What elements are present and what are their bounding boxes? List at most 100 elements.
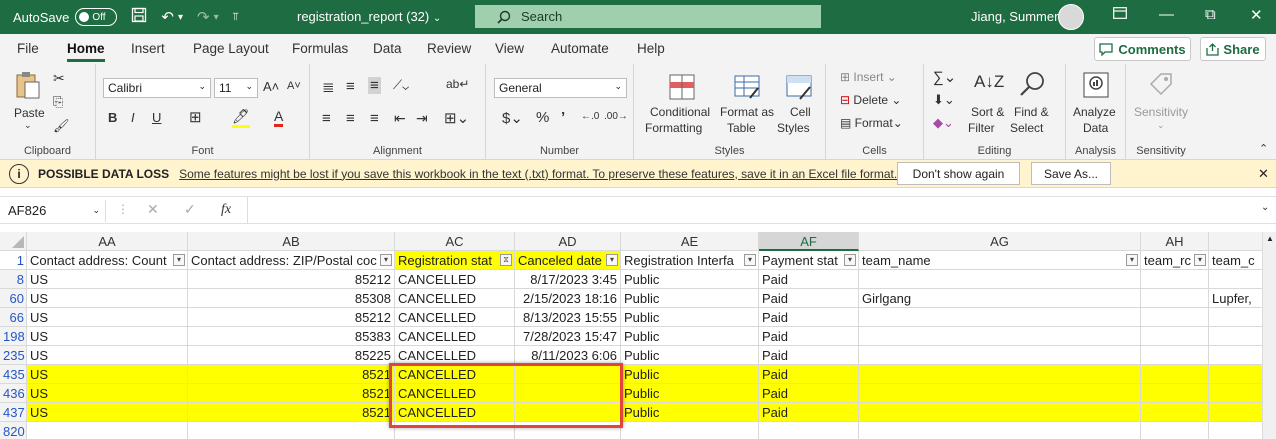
header-cell[interactable]: Contact address: Count ▾ [27, 251, 188, 270]
header-cell[interactable]: team_c [1209, 251, 1262, 270]
file-name[interactable]: registration_report (32) ⌄ [297, 9, 441, 24]
column-header[interactable]: AG [859, 232, 1141, 251]
align-bottom-icon[interactable]: ≡ [368, 77, 381, 94]
table-cell[interactable] [1141, 327, 1209, 346]
tab-automate[interactable]: Automate [551, 41, 609, 56]
bold-icon[interactable]: B [108, 110, 117, 125]
table-cell[interactable]: Paid [759, 384, 859, 403]
table-cell[interactable] [1209, 270, 1262, 289]
row-number[interactable]: 198 [0, 327, 27, 346]
table-cell[interactable]: 8521 [188, 403, 395, 422]
delete-cells-button[interactable]: ⊟ Delete ⌄ [840, 93, 901, 107]
table-cell[interactable] [1209, 346, 1262, 365]
row-number[interactable]: 1 [0, 251, 27, 270]
table-cell[interactable] [1141, 422, 1209, 439]
table-cell[interactable]: 8521 [188, 384, 395, 403]
tab-page-layout[interactable]: Page Layout [193, 41, 269, 56]
table-cell[interactable]: US [27, 308, 188, 327]
table-cell[interactable]: Paid [759, 403, 859, 422]
table-cell[interactable]: 85383 [188, 327, 395, 346]
table-cell[interactable]: Lupfer, [1209, 289, 1262, 308]
table-cell[interactable] [1209, 365, 1262, 384]
table-cell[interactable] [188, 422, 395, 439]
column-header[interactable]: AC [395, 232, 515, 251]
merge-center-icon[interactable]: ⊞⌄ [444, 109, 469, 127]
table-cell[interactable]: Paid [759, 327, 859, 346]
row-number[interactable]: 66 [0, 308, 27, 327]
percent-icon[interactable]: % [536, 109, 549, 126]
copy-icon[interactable]: ⎘ [53, 94, 63, 110]
table-cell[interactable]: 7/28/2023 15:47 [515, 327, 621, 346]
table-cell[interactable] [1209, 422, 1262, 439]
table-cell[interactable]: Paid [759, 270, 859, 289]
column-header[interactable]: AA [27, 232, 188, 251]
autosave-toggle[interactable]: Off [75, 8, 118, 26]
table-cell[interactable]: 2/15/2023 18:16 [515, 289, 621, 308]
tab-file[interactable]: File [17, 41, 39, 56]
paste-button[interactable]: Paste [14, 106, 45, 120]
row-number[interactable]: 60 [0, 289, 27, 308]
ribbon-display-icon[interactable] [1113, 6, 1127, 23]
borders-icon[interactable]: ⊞ [189, 108, 202, 126]
vertical-scrollbar[interactable]: ▲ [1262, 232, 1276, 439]
format-cells-button[interactable]: ▤ Format⌄ [840, 116, 903, 130]
decrease-decimal-icon[interactable]: .00→ [604, 111, 628, 122]
column-header[interactable]: AH [1141, 232, 1209, 251]
row-number[interactable]: 437 [0, 403, 27, 422]
row-number[interactable]: 436 [0, 384, 27, 403]
table-cell[interactable] [859, 327, 1141, 346]
fill-color-icon[interactable]: 🖊 [232, 108, 250, 128]
table-cell[interactable] [1141, 365, 1209, 384]
increase-indent-icon[interactable]: ⇥ [416, 110, 428, 127]
tab-home[interactable]: Home [67, 41, 105, 62]
table-cell[interactable] [1141, 308, 1209, 327]
align-middle-icon[interactable]: ≡ [346, 78, 355, 95]
table-cell[interactable]: Public [621, 403, 759, 422]
header-cell[interactable]: Canceled date ▾ [515, 251, 621, 270]
save-as-button[interactable]: Save As... [1031, 162, 1111, 185]
redo-dropdown-icon[interactable]: ▾ [214, 12, 219, 23]
dont-show-again-button[interactable]: Don't show again [897, 162, 1020, 185]
customize-toolbar-icon[interactable]: ⫪ [233, 11, 239, 24]
cancel-entry-icon[interactable]: ✕ [147, 201, 159, 218]
table-cell[interactable] [27, 422, 188, 439]
font-name-select[interactable]: Calibri ⌄ [103, 78, 211, 98]
wrap-text-icon[interactable]: ab↵ [446, 77, 469, 91]
tab-formulas[interactable]: Formulas [292, 41, 348, 56]
currency-icon[interactable]: $⌄ [502, 109, 523, 127]
align-center-icon[interactable]: ≡ [346, 110, 355, 127]
decrease-font-icon[interactable]: A˅ [287, 80, 301, 92]
increase-font-icon[interactable]: A˄ [263, 79, 279, 94]
name-box[interactable]: AF826 ⌄ [3, 200, 106, 222]
column-header[interactable]: AE [621, 232, 759, 251]
table-cell[interactable] [859, 346, 1141, 365]
table-cell[interactable]: Paid [759, 289, 859, 308]
align-right-icon[interactable]: ≡ [370, 110, 379, 127]
expand-formula-bar-icon[interactable]: ⌄ [1261, 202, 1269, 213]
table-cell[interactable] [859, 270, 1141, 289]
tab-help[interactable]: Help [637, 41, 665, 56]
font-size-select[interactable]: 11 ⌄ [214, 78, 258, 98]
table-cell[interactable] [859, 384, 1141, 403]
table-cell[interactable]: Public [621, 308, 759, 327]
table-cell[interactable]: US [27, 365, 188, 384]
table-cell[interactable]: 85308 [188, 289, 395, 308]
select-all-corner[interactable] [0, 232, 27, 251]
table-cell[interactable]: Public [621, 384, 759, 403]
undo-icon[interactable]: ↶ [161, 8, 174, 26]
table-cell[interactable]: Public [621, 289, 759, 308]
row-number[interactable]: 8 [0, 270, 27, 289]
header-cell[interactable]: team_rc ▾ [1141, 251, 1209, 270]
table-cell[interactable]: 8/13/2023 15:55 [515, 308, 621, 327]
save-icon[interactable] [131, 7, 147, 27]
align-top-icon[interactable]: ≣ [322, 78, 335, 96]
minimize-icon[interactable]: — [1159, 6, 1174, 23]
header-cell[interactable]: team_name ▾ [859, 251, 1141, 270]
search-box[interactable]: Search [475, 5, 821, 28]
header-cell[interactable]: Registration stat ⧖ [395, 251, 515, 270]
table-cell[interactable]: US [27, 327, 188, 346]
table-cell[interactable] [1141, 384, 1209, 403]
table-cell[interactable] [1141, 289, 1209, 308]
column-header[interactable]: AB [188, 232, 395, 251]
table-cell[interactable] [1141, 346, 1209, 365]
